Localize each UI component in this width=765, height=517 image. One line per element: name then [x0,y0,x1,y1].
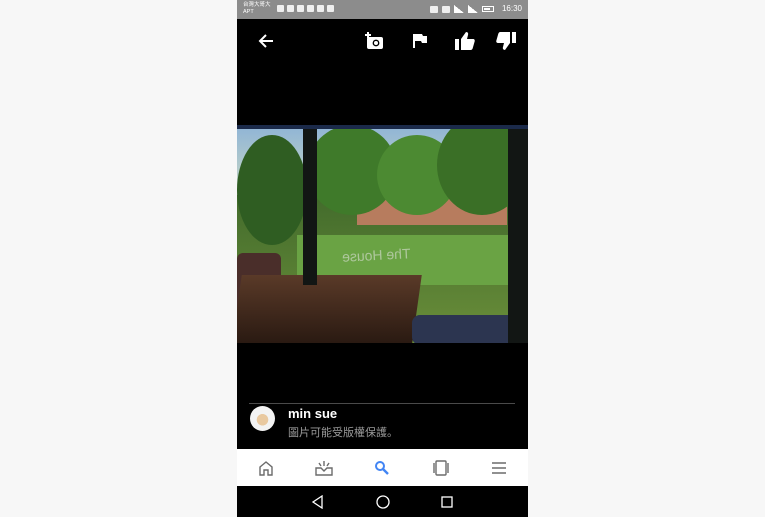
avatar[interactable] [250,406,275,431]
carrier-line-2: APT [243,9,254,15]
flag-icon [413,34,427,48]
app-notification-icon [307,5,314,12]
phone-screen: 台灣大哥大 APT 16:30 The House min sue 圖片可能受版… [237,0,528,517]
nav-search-button[interactable] [364,453,400,483]
arrow-left-icon [258,34,273,48]
report-button[interactable] [407,28,433,54]
circle-home-icon [376,495,390,509]
mail-notification-icon [297,5,304,12]
nfc-icon [430,5,438,13]
thumb-down-icon [496,32,516,50]
photo-cushion [412,315,522,343]
alarm-icon [442,5,450,13]
nav-tabs-button[interactable] [423,453,459,483]
window-frame [237,125,528,129]
menu-icon [491,461,506,474]
photo-table [237,275,422,343]
status-bar: 台灣大哥大 APT 16:30 [237,0,528,19]
carrier-line-1: 台灣大哥大 [243,2,271,8]
nav-menu-button[interactable] [481,453,517,483]
signal-icon-2 [468,5,478,13]
nav-home-button[interactable] [248,453,284,483]
photo-notification-icon [277,5,284,12]
triangle-back-icon [311,495,323,509]
notification-icons [277,5,334,12]
add-photo-button[interactable] [361,28,387,54]
system-back-button[interactable] [308,492,328,512]
back-button[interactable] [253,28,279,54]
photo-tree [237,135,307,245]
search-icon [375,460,390,475]
home-icon [259,460,273,476]
system-navigation-bar [237,486,528,517]
copyright-notice: 圖片可能受版權保護。 [288,427,398,439]
battery-icon [482,6,494,12]
square-recents-icon [441,496,453,508]
window-frame [508,125,528,343]
chrome-notification-icon [317,5,324,12]
thumb-up-icon [455,32,475,50]
dislike-button[interactable] [493,28,519,54]
system-recents-button[interactable] [437,492,457,512]
divider [249,403,515,404]
bottom-navigation [237,449,528,486]
signal-icon [454,5,464,13]
window-frame [303,125,317,285]
status-time: 16:30 [501,4,522,13]
nav-updates-button[interactable] [306,453,342,483]
tabs-icon [432,459,449,476]
message-notification-icon [287,5,294,12]
system-status-icons [430,5,494,13]
author-name[interactable]: min sue [288,406,337,421]
system-home-button[interactable] [373,492,393,512]
carrier-label: 台灣大哥大 APT [243,2,271,16]
updates-icon [315,460,333,476]
add-photo-icon [365,32,383,49]
more-notifications-icon [327,5,334,12]
photo-view[interactable]: The House [237,125,528,343]
like-button[interactable] [452,28,478,54]
image-viewer-toolbar [237,19,528,63]
